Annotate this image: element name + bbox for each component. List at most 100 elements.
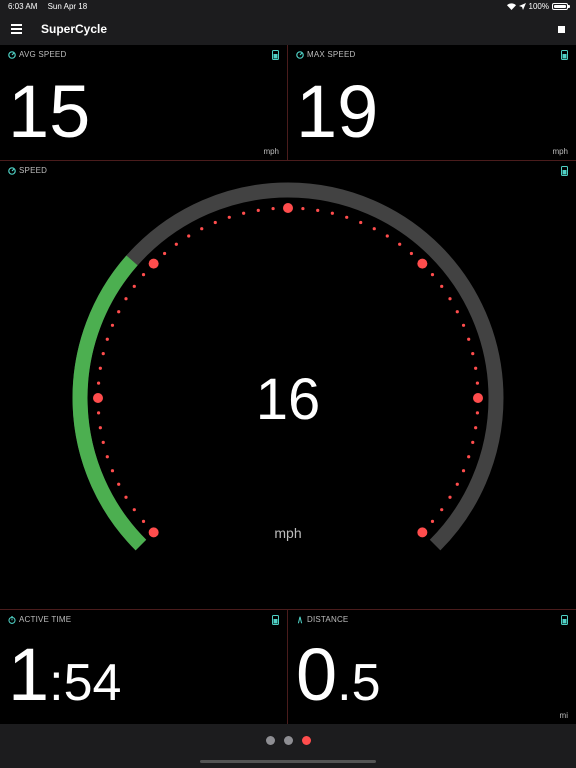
minor-tick [101, 352, 105, 356]
location-arrow-icon [518, 3, 526, 10]
max-speed-unit: mph [552, 147, 568, 156]
minor-tick [467, 337, 471, 341]
minor-tick [110, 469, 115, 473]
distance-label: DISTANCE [307, 615, 349, 624]
app-title: SuperCycle [41, 22, 108, 36]
minor-tick [455, 310, 459, 314]
major-tick [473, 393, 483, 403]
minor-tick [213, 220, 217, 225]
minor-tick [124, 495, 128, 499]
distance-unit: mi [559, 711, 568, 720]
max-speed-label: MAX SPEED [307, 50, 356, 59]
minor-tick [96, 411, 101, 415]
max-speed-value: 19 [296, 70, 379, 153]
major-tick [417, 258, 428, 269]
distance-minor: .5 [337, 654, 381, 712]
status-date: Sun Apr 18 [47, 2, 88, 11]
speedometer-icon [8, 50, 16, 59]
active-time-label: ACTIVE TIME [19, 615, 72, 624]
current-speed-value: 16 [256, 367, 321, 432]
phone-sensor-icon [561, 615, 568, 625]
minor-tick [330, 211, 334, 215]
minor-tick [98, 366, 102, 370]
minor-tick [474, 426, 478, 430]
minor-tick [448, 495, 452, 499]
minor-tick [430, 273, 435, 277]
road-icon [297, 616, 303, 623]
minor-tick [474, 366, 478, 370]
page-dot[interactable] [283, 736, 293, 745]
minor-tick [98, 426, 102, 430]
phone-sensor-icon [561, 50, 568, 60]
minor-tick [455, 482, 459, 486]
minor-tick [359, 220, 363, 225]
speedometer-icon [296, 50, 304, 59]
phone-sensor-icon [272, 615, 279, 625]
avg-speed-label: AVG SPEED [19, 50, 67, 59]
minor-tick [256, 208, 260, 212]
active-time-minor: :54 [49, 654, 122, 712]
minor-tick [271, 206, 275, 211]
gauge-progress [72, 255, 147, 551]
speed-gauge: 16 mph [72, 182, 504, 551]
major-tick [283, 203, 293, 213]
minor-tick [117, 310, 121, 314]
minor-tick [110, 323, 115, 327]
minor-tick [96, 381, 101, 385]
minor-tick [471, 440, 475, 444]
minor-tick [461, 469, 466, 473]
minor-tick [398, 242, 402, 246]
avg-speed-tile[interactable]: AVG SPEED 15 mph [0, 45, 287, 160]
active-time-tile[interactable]: ACTIVE TIME 1:54 [0, 610, 287, 724]
minor-tick [132, 508, 136, 512]
minor-tick [187, 234, 191, 238]
current-speed-unit: mph [274, 525, 301, 541]
minor-tick [475, 411, 480, 415]
minor-tick [440, 508, 444, 512]
minor-tick [448, 297, 452, 301]
major-tick [417, 527, 428, 538]
stopwatch-icon [8, 615, 16, 624]
minor-tick [141, 519, 146, 523]
avg-speed-value: 15 [8, 70, 91, 153]
minor-tick [372, 227, 376, 231]
major-tick [93, 393, 103, 403]
minor-tick [385, 234, 389, 238]
nav-bar: SuperCycle [0, 14, 576, 45]
minor-tick [475, 381, 480, 385]
divider [287, 610, 288, 724]
battery-icon [552, 3, 570, 10]
minor-tick [117, 482, 121, 486]
minor-tick [124, 297, 128, 301]
status-bar: 6:03 AM Sun Apr 18 100% [0, 0, 576, 14]
minor-tick [345, 215, 349, 219]
max-speed-tile[interactable]: MAX SPEED 19 mph [288, 45, 576, 160]
minor-tick [409, 251, 413, 256]
minor-tick [440, 284, 444, 288]
minor-tick [242, 211, 246, 215]
minor-tick [174, 242, 178, 246]
hamburger-menu-icon[interactable] [11, 24, 22, 34]
major-tick [148, 527, 159, 538]
distance-tile[interactable]: DISTANCE 0.5 mi [288, 610, 576, 724]
minor-tick [461, 323, 466, 327]
minor-tick [200, 227, 204, 231]
divider [287, 45, 288, 160]
status-time: 6:03 AM [8, 2, 38, 11]
minor-tick [430, 519, 435, 523]
minor-tick [141, 273, 146, 277]
minor-tick [471, 352, 475, 356]
minor-tick [132, 284, 136, 288]
avg-speed-unit: mph [263, 147, 279, 156]
battery-percentage: 100% [528, 2, 549, 11]
minor-tick [105, 455, 109, 459]
home-indicator[interactable] [200, 760, 376, 763]
minor-tick [467, 455, 471, 459]
page-dot[interactable] [265, 736, 275, 745]
stop-icon[interactable] [558, 26, 565, 33]
phone-sensor-icon [272, 50, 279, 60]
major-tick [148, 258, 159, 269]
page-dot[interactable] [301, 736, 311, 745]
minor-tick [227, 215, 231, 219]
minor-tick [101, 440, 105, 444]
